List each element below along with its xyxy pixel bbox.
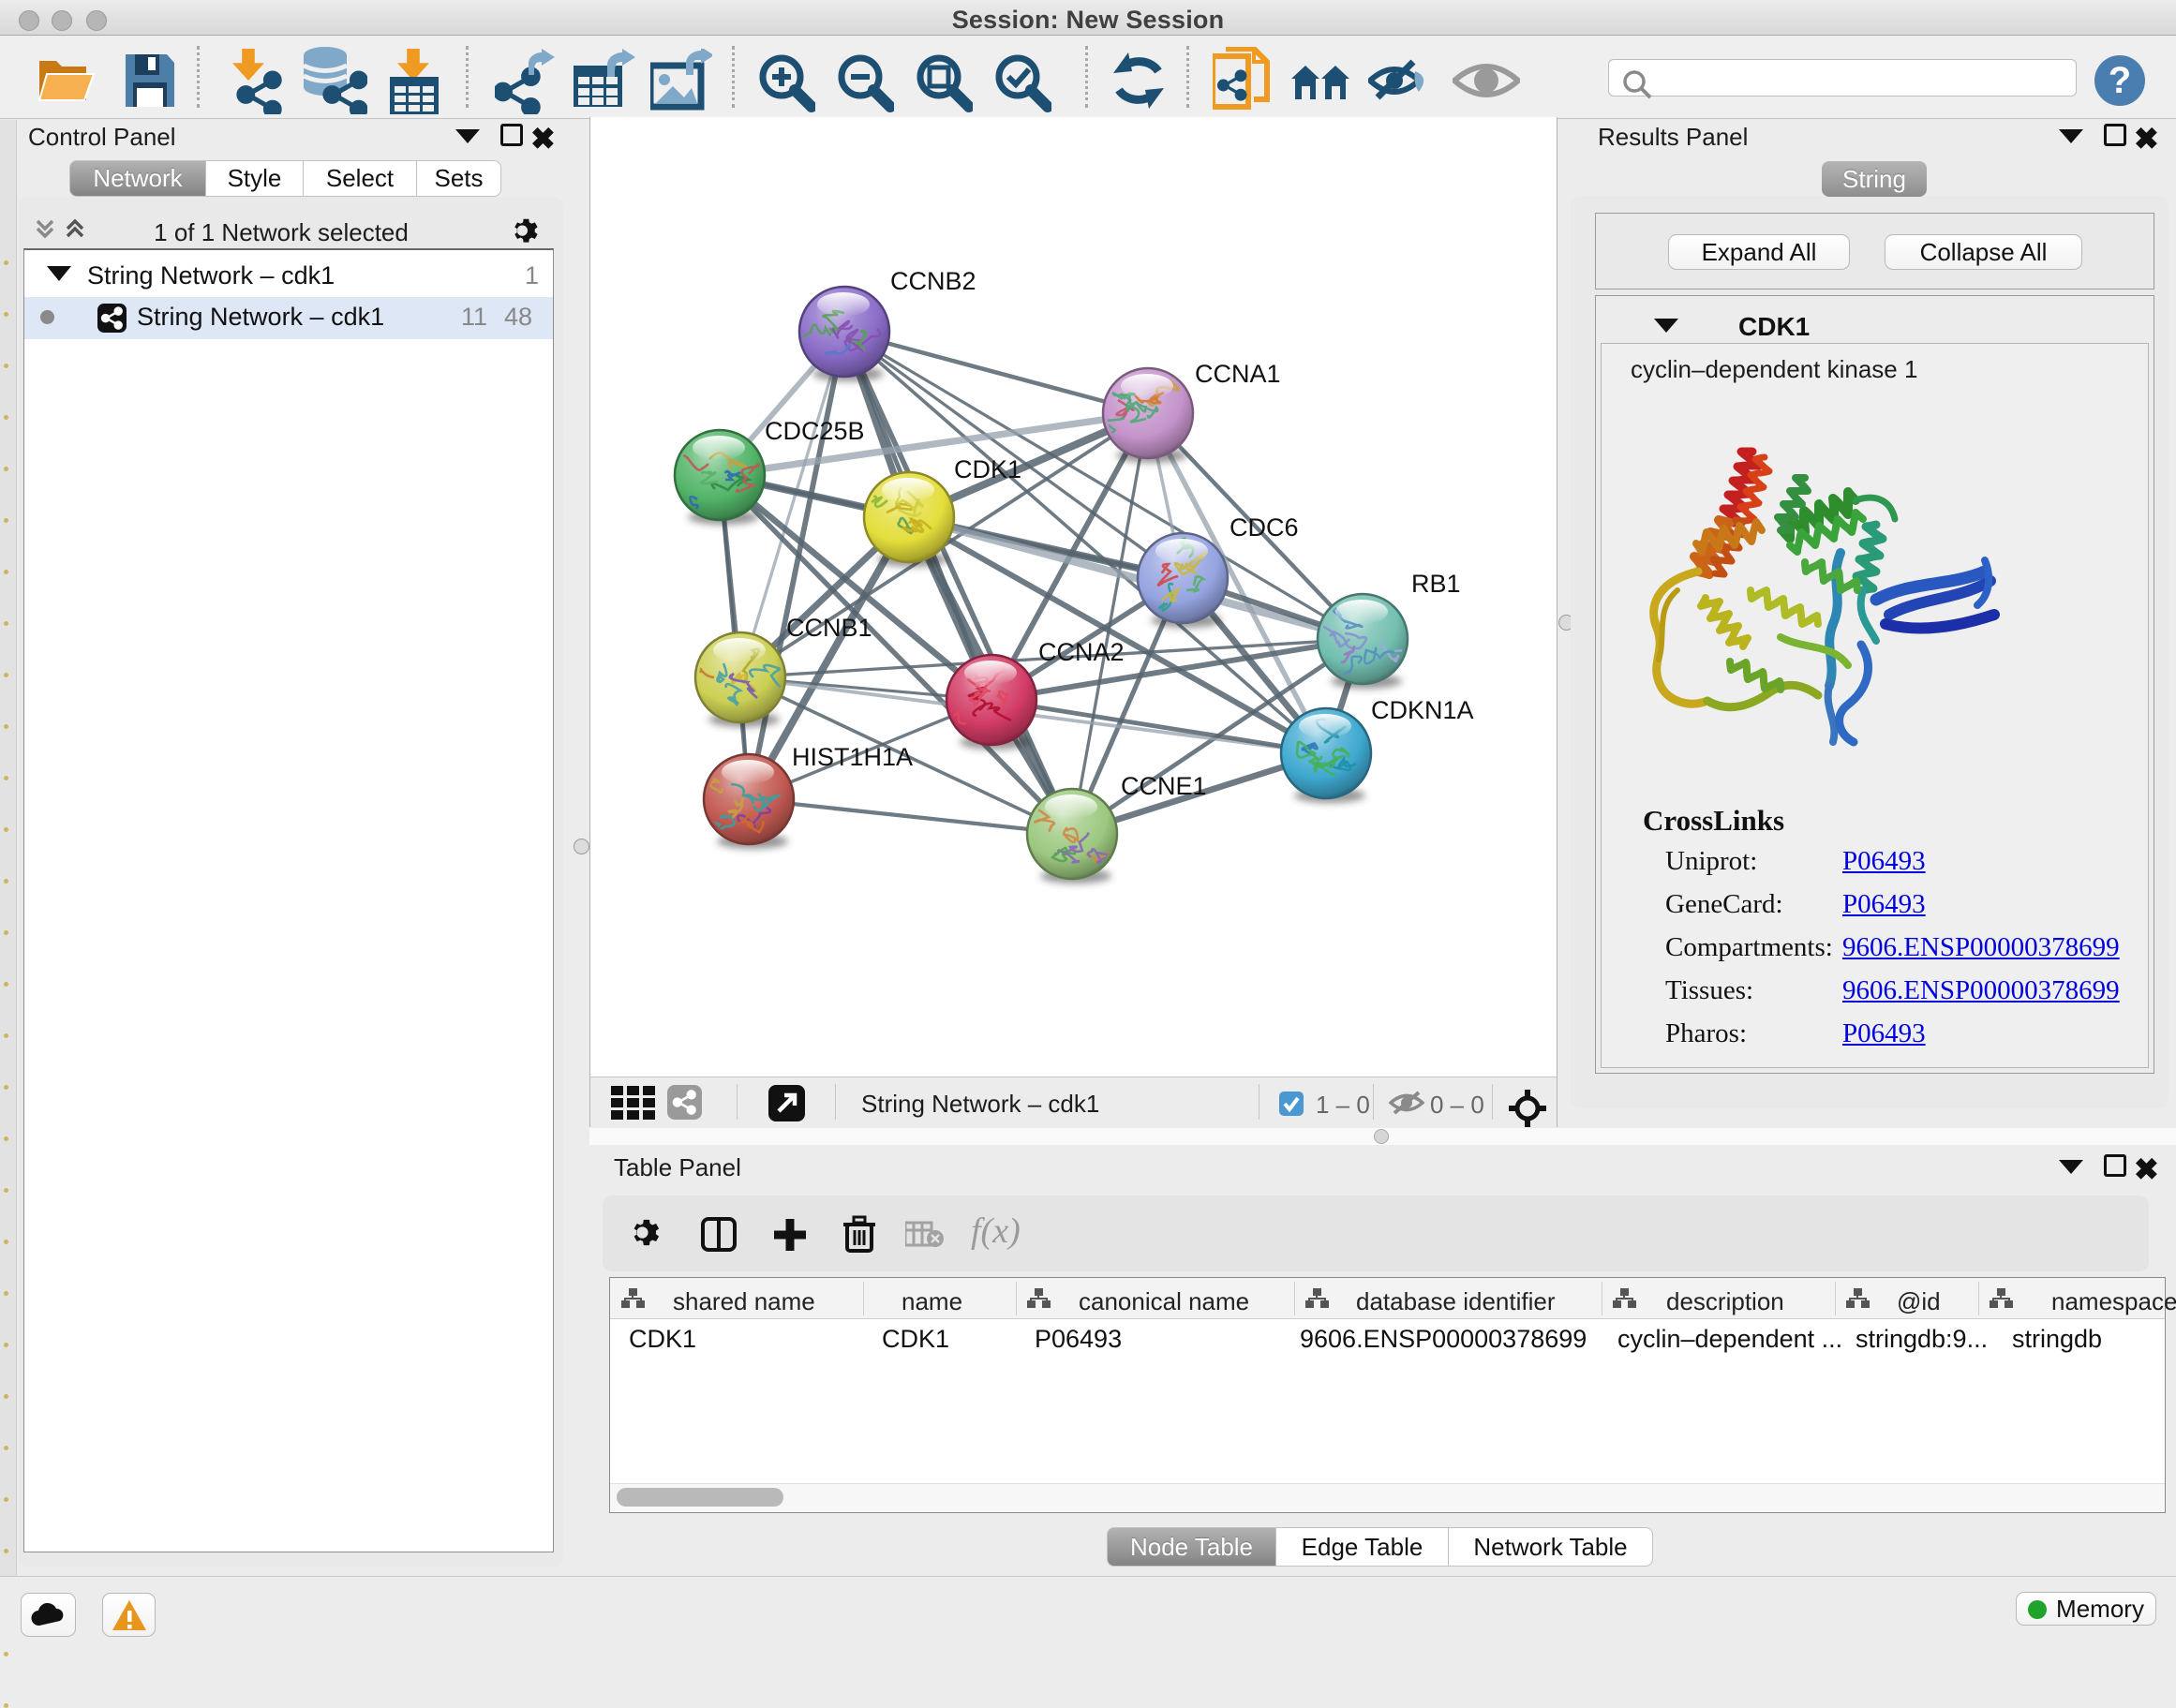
svg-text:CCNA2: CCNA2 xyxy=(1038,638,1125,666)
svg-text:?: ? xyxy=(2109,60,2131,101)
svg-text:CDKN1A: CDKN1A xyxy=(1371,696,1474,724)
svg-text:CCNE1: CCNE1 xyxy=(1121,772,1207,800)
svg-text:CDK1: CDK1 xyxy=(954,455,1021,483)
svg-text:RB1: RB1 xyxy=(1411,570,1461,598)
svg-text:CCNB2: CCNB2 xyxy=(890,267,976,295)
svg-text:HIST1H1A: HIST1H1A xyxy=(792,743,913,771)
svg-text:CCNB1: CCNB1 xyxy=(786,614,872,642)
svg-text:CDC25B: CDC25B xyxy=(765,417,865,445)
svg-text:CCNA1: CCNA1 xyxy=(1195,360,1281,388)
svg-text:CDC6: CDC6 xyxy=(1230,513,1299,542)
